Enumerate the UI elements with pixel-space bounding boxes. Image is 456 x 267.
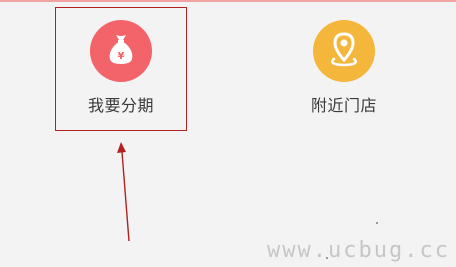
dust-speck xyxy=(376,222,378,224)
nearby-icon-circle xyxy=(313,20,375,82)
top-divider xyxy=(0,0,456,2)
watermark: www.ucbug.cc xyxy=(267,238,450,263)
location-pin-icon xyxy=(324,29,364,73)
highlight-box xyxy=(55,7,187,131)
nearby-stores-label: 附近门店 xyxy=(310,96,377,115)
nearby-stores-tile[interactable]: 附近门店 xyxy=(278,7,410,131)
